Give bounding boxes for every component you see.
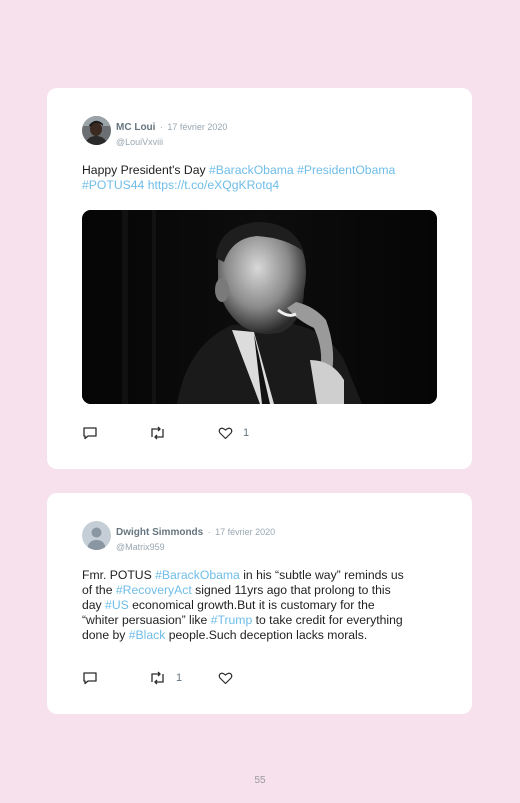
text-segment: in his “subtle way” reminds us (239, 568, 404, 582)
heart-icon (218, 671, 233, 685)
retweet-count: 1 (176, 672, 183, 684)
hashtag-link[interactable]: #PresidentObama (297, 163, 395, 177)
heart-icon (218, 426, 233, 440)
page-number: 55 (254, 775, 266, 786)
tweet-date[interactable]: 17 février 2020 (215, 527, 275, 537)
hashtag-link[interactable]: #RecoveryAct (116, 583, 192, 597)
text-segment: “whiter persuasion” like (82, 613, 211, 627)
avatar[interactable] (82, 116, 111, 145)
text-segment: to take credit for everything (252, 613, 403, 627)
separator-dot: · (207, 527, 211, 537)
reply-button[interactable] (82, 425, 108, 441)
author-handle[interactable]: @Matrix959 (116, 542, 275, 552)
reply-button[interactable] (82, 670, 108, 686)
author-name[interactable]: MC Loui (116, 122, 155, 133)
like-button[interactable] (218, 670, 243, 686)
retweet-button[interactable]: 1 (149, 670, 182, 686)
retweet-icon (149, 426, 166, 440)
hashtag-link[interactable]: #US (105, 598, 129, 612)
tweet-card: Dwight Simmonds · 17 février 2020 @Matri… (47, 493, 472, 714)
text-segment: of the (82, 583, 116, 597)
text-segment: economical growth.But it is customary fo… (128, 598, 375, 612)
tweet-date[interactable]: 17 février 2020 (167, 122, 227, 132)
text-segment: signed 11yrs ago that prolong to this (191, 583, 391, 597)
hashtag-link[interactable]: #BarackObama (155, 568, 240, 582)
author-handle[interactable]: @LouiVxviii (116, 137, 227, 147)
hashtag-link[interactable]: #BarackObama (209, 163, 294, 177)
default-avatar-icon[interactable] (82, 521, 111, 550)
like-count: 1 (243, 427, 250, 439)
hashtag-link[interactable]: #Trump (211, 613, 253, 627)
reply-icon (82, 426, 98, 440)
hashtag-link[interactable]: #POTUS44 (82, 178, 144, 192)
tweet-text: Fmr. POTUS #BarackObama in his “subtle w… (82, 568, 447, 643)
text-segment: done by (82, 628, 129, 642)
separator-dot: · (159, 122, 163, 132)
like-button[interactable]: 1 (218, 425, 249, 441)
tweet-actions: 1 (82, 425, 442, 441)
tweet-text: Happy President's Day #BarackObama #Pres… (82, 163, 447, 193)
tweet-card: MC Loui · 17 février 2020 @LouiVxviii Ha… (47, 88, 472, 469)
tweet-actions: 1 (82, 670, 442, 686)
text-segment: Happy President's Day (82, 163, 209, 177)
reply-icon (82, 671, 98, 685)
tweet-url-link[interactable]: https://t.co/eXQgKRotq4 (148, 178, 279, 192)
text-segment: people.Such deception lacks morals. (165, 628, 368, 642)
author-name[interactable]: Dwight Simmonds (116, 527, 203, 538)
retweet-button[interactable] (149, 425, 176, 441)
tweet-photo[interactable] (82, 210, 437, 404)
retweet-icon (149, 671, 166, 685)
text-segment: Fmr. POTUS (82, 568, 156, 582)
hashtag-link[interactable]: #Black (129, 628, 166, 642)
text-segment: day (82, 598, 106, 612)
